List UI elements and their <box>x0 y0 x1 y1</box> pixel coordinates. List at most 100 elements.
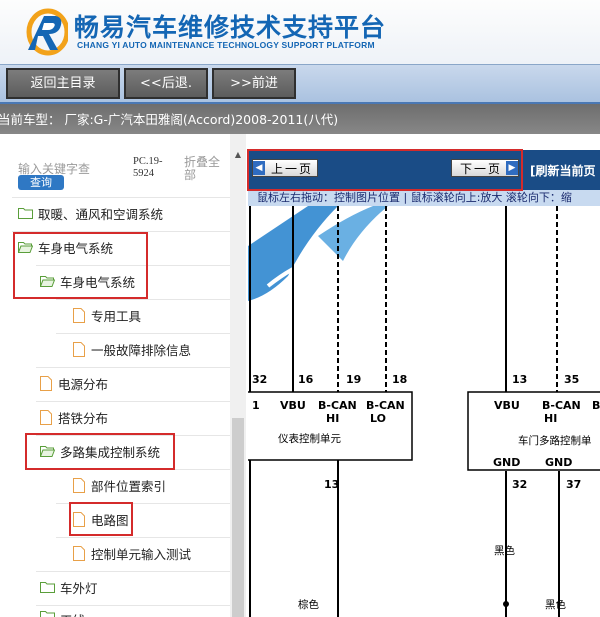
refresh-page-link[interactable]: [刷新当前页 <box>530 162 596 179</box>
next-page-button[interactable]: 下一页 ▶ <box>451 159 519 177</box>
folder-open-icon <box>40 276 55 287</box>
tree-item-label: 部件位置索引 <box>91 478 167 494</box>
mouse-hint-bar: 鼠标左右拖动：控制图片位置 | 鼠标滚轮向上:放大 滚轮向下：缩 <box>248 190 600 206</box>
tree-item-label: 电源分布 <box>58 376 109 392</box>
site-header: 畅易汽车维修技术支持平台 CHANG YI AUTO MAINTENANCE T… <box>0 0 600 64</box>
pin-number: 32 <box>512 478 527 491</box>
tree-item-label: 车身电气系统 <box>60 274 136 290</box>
tree-item-multiplex-control[interactable]: 多路集成控制系统 <box>40 437 160 465</box>
tree-item-label: 一般故障排除信息 <box>91 342 192 358</box>
pin-label: LO <box>370 412 386 425</box>
forward-button[interactable]: >>前进 <box>212 68 296 99</box>
tree-divider <box>56 333 234 334</box>
document-icon <box>73 511 85 527</box>
tree-item-component-locations[interactable]: 部件位置索引 <box>73 471 166 499</box>
document-icon <box>73 341 85 357</box>
wire-color: 黑色 <box>494 544 515 557</box>
right-arrow-icon: ▶ <box>506 161 518 175</box>
watermark-graphic <box>248 206 388 301</box>
unit-name: 车门多路控制单 <box>518 434 592 447</box>
pin-label: B-CAN <box>318 399 357 412</box>
tree-item-label: 车外灯 <box>60 580 98 596</box>
tree-item-troubleshooting[interactable]: 一般故障排除信息 <box>73 335 191 363</box>
back-button[interactable]: <<后退. <box>124 68 208 99</box>
tree-divider <box>56 503 234 504</box>
tree-item-input-test[interactable]: 控制单元输入测试 <box>73 539 191 567</box>
tree-item-antenna[interactable]: 天线 <box>40 606 85 617</box>
tree-divider <box>36 571 234 572</box>
main-nav-bar: 返回主目录 <<后退. >>前进 <box>0 64 600 102</box>
tree-item-ground-distribution[interactable]: 搭铁分布 <box>40 403 108 431</box>
gnd-label: GND <box>545 456 572 469</box>
document-icon <box>73 477 85 493</box>
tree-divider <box>56 299 234 300</box>
collapse-all-button[interactable]: 折叠全部 <box>184 156 222 182</box>
gnd-label: GND <box>493 456 520 469</box>
pin-label: VBU <box>494 399 520 412</box>
tree-scroll-thumb[interactable] <box>232 418 244 617</box>
pin-label: VBU <box>280 399 306 412</box>
tree-item-label: 多路集成控制系统 <box>60 444 161 460</box>
folder-icon <box>40 611 55 617</box>
site-subtitle: CHANG YI AUTO MAINTENANCE TECHNOLOGY SUP… <box>77 40 375 50</box>
pin-number: 13 <box>512 373 527 386</box>
circuit-diagram-image[interactable]: 32 16 19 18 1 VBU B-CAN HI B-CAN LO 13 1… <box>248 206 600 617</box>
pin-label: 1 <box>252 399 260 412</box>
tree-item-power-distribution[interactable]: 电源分布 <box>40 369 108 397</box>
folder-icon <box>18 208 33 219</box>
document-icon <box>73 545 85 561</box>
document-icon <box>40 375 52 391</box>
folder-open-icon <box>40 446 55 457</box>
prev-page-button[interactable]: ◀ 上一页 <box>252 159 318 177</box>
tree-item-label: 天线 <box>60 610 85 617</box>
folder-icon <box>40 582 55 593</box>
tree-item-label: 搭铁分布 <box>58 410 109 426</box>
pin-label: B <box>592 399 600 412</box>
pin-number: 32 <box>252 373 267 386</box>
cy-logo-icon <box>26 8 68 56</box>
pin-label: B-CAN <box>366 399 405 412</box>
site-title: 畅易汽车维修技术支持平台 <box>74 13 387 42</box>
left-arrow-icon: ◀ <box>253 161 265 175</box>
tree-divider <box>36 401 234 402</box>
home-button[interactable]: 返回主目录 <box>6 68 120 99</box>
tree-item-circuit-diagram[interactable]: 电路图 <box>73 505 129 533</box>
tree-item-exterior-lights[interactable]: 车外灯 <box>40 573 98 601</box>
tree-item-body-electrical-sub[interactable]: 车身电气系统 <box>40 267 135 295</box>
tree-divider <box>36 265 234 266</box>
pin-number: 18 <box>392 373 407 386</box>
pin-number: 13 <box>324 478 339 491</box>
search-button[interactable]: 查询 <box>18 175 64 190</box>
pc-code-label: PC.19-5924 <box>133 156 163 179</box>
tree-item-label: 取暖、通风和空调系统 <box>38 206 164 222</box>
document-icon <box>40 409 52 425</box>
tree-item-body-electrical[interactable]: 车身电气系统 <box>18 233 113 261</box>
tree-divider <box>56 537 234 538</box>
scroll-up-arrow-icon[interactable]: ▲ <box>233 150 243 160</box>
pin-label: B-CAN <box>542 399 581 412</box>
tree-item-label: 控制单元输入测试 <box>91 546 192 562</box>
pin-number: 16 <box>298 373 314 386</box>
pin-label: HI <box>544 412 557 425</box>
tree-item-label: 专用工具 <box>91 308 142 324</box>
current-vehicle-label: 当前车型： 厂家:G-广汽本田雅阁(Accord)2008-2011(八代) <box>0 112 339 127</box>
wire-color: 黑色 <box>545 598 566 611</box>
document-icon <box>73 307 85 323</box>
tree-divider <box>56 469 234 470</box>
pin-number: 35 <box>564 373 579 386</box>
vehicle-info-bar: 当前车型： 厂家:G-广汽本田雅阁(Accord)2008-2011(八代) <box>0 102 600 134</box>
tree-divider <box>12 231 234 232</box>
tree-item-special-tools[interactable]: 专用工具 <box>73 301 141 329</box>
pin-number: 19 <box>346 373 361 386</box>
tree-divider <box>36 435 234 436</box>
prev-page-label: 上一页 <box>271 161 314 176</box>
tree-divider <box>12 197 234 198</box>
tree-item-label: 电路图 <box>91 512 129 528</box>
folder-open-icon <box>18 242 33 253</box>
tree-item-label: 车身电气系统 <box>38 240 114 256</box>
tree-divider <box>36 367 234 368</box>
next-page-label: 下一页 <box>460 161 503 176</box>
pin-number: 37 <box>566 478 581 491</box>
wire-color: 棕色 <box>298 598 319 611</box>
tree-item-hvac[interactable]: 取暖、通风和空调系统 <box>18 199 163 227</box>
